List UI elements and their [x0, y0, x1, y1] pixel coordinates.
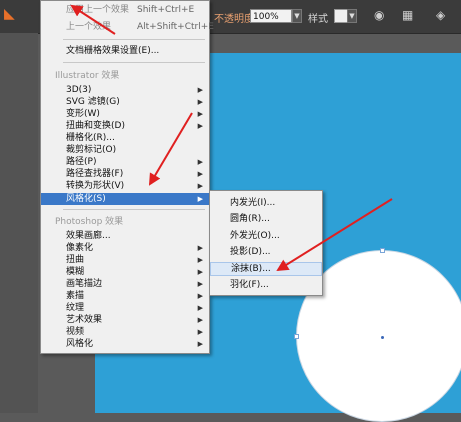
submenu-arrow-icon: ▶ [197, 170, 203, 178]
menu-item-brush-strokes[interactable]: 画笔描边 ▶ [41, 278, 209, 290]
chevron-down-icon: ▼ [294, 12, 300, 20]
anchor-point[interactable] [380, 248, 385, 253]
style-dropdown[interactable]: ▼ [347, 9, 357, 23]
menu-item-label: 路径查找器(F) [66, 169, 124, 179]
menu-item-effect-gallery[interactable]: 效果画廊... [41, 230, 209, 242]
menu-item-label: 风格化(S) [66, 194, 106, 204]
submenu-item-outer-glow[interactable]: 外发光(O)... [210, 230, 322, 242]
photoshop-effects-header: Photoshop 效果 [55, 217, 124, 227]
app-logo-icon: ◣ [4, 6, 15, 22]
menu-item-pixelate[interactable]: 像素化 ▶ [41, 242, 209, 254]
menu-item-label: 扭曲和变换(D) [66, 121, 125, 131]
tools-panel [0, 33, 38, 413]
menu-item-texture[interactable]: 纹理 ▶ [41, 302, 209, 314]
menu-item-pathfinder[interactable]: 路径查找器(F) ▶ [41, 168, 209, 180]
submenu-arrow-icon: ▶ [197, 158, 203, 166]
menu-item-label: 视频 [66, 327, 85, 337]
submenu-arrow-icon: ▶ [197, 182, 203, 190]
menu-item-ps-distort[interactable]: 扭曲 ▶ [41, 254, 209, 266]
submenu-item-scribble[interactable]: 涂抹(B)... [210, 262, 322, 276]
menu-item-label: 路径(P) [66, 157, 97, 167]
menu-item-label: 变形(W) [66, 109, 100, 119]
menu-item-label: 画笔描边 [66, 279, 103, 289]
menu-item-label: 模糊 [66, 267, 85, 277]
anchor-point[interactable] [294, 334, 299, 339]
transform-icon[interactable]: ◈ [436, 8, 445, 22]
submenu-arrow-icon: ▶ [197, 268, 203, 276]
menu-item-label: 转换为形状(V) [66, 181, 125, 191]
menu-item-distort-transform[interactable]: 扭曲和变换(D) ▶ [41, 120, 209, 132]
menu-item-stylize[interactable]: 风格化(S) ▶ [41, 193, 209, 205]
menu-item-shortcut: Alt+Shift+Ctrl+E [137, 22, 214, 32]
opacity-input[interactable]: 100% [250, 9, 292, 23]
chevron-down-icon: ▼ [349, 12, 355, 20]
stylize-submenu: 内发光(I)... 圆角(R)... 外发光(O)... 投影(D)... 涂抹… [209, 190, 323, 296]
shape-center-point [381, 336, 384, 339]
menu-item-last-effect[interactable]: 上一个效果 Alt+Shift+Ctrl+E [41, 21, 214, 33]
submenu-arrow-icon: ▶ [197, 86, 203, 94]
submenu-item-drop-shadow[interactable]: 投影(D)... [210, 246, 322, 258]
submenu-arrow-icon: ▶ [197, 328, 203, 336]
menu-item-ps-stylize[interactable]: 风格化 ▶ [41, 338, 209, 350]
menu-item-artistic[interactable]: 艺术效果 ▶ [41, 314, 209, 326]
menu-item-label: 应用上一个效果 [66, 5, 130, 15]
submenu-arrow-icon: ▶ [197, 122, 203, 130]
submenu-arrow-icon: ▶ [197, 316, 203, 324]
menu-separator [63, 62, 205, 63]
submenu-arrow-icon: ▶ [197, 292, 203, 300]
menu-item-path[interactable]: 路径(P) ▶ [41, 156, 209, 168]
menu-item-blur[interactable]: 模糊 ▶ [41, 266, 209, 278]
menu-item-label: 纹理 [66, 303, 85, 313]
menu-item-document-raster-settings[interactable]: 文档栅格效果设置(E)... [41, 45, 209, 57]
style-swatch[interactable] [334, 9, 348, 23]
opacity-label[interactable]: 不透明度 [214, 10, 254, 25]
illustrator-effects-header: Illustrator 效果 [55, 71, 120, 81]
menu-item-crop-marks[interactable]: 裁剪标记(O) [41, 144, 209, 156]
submenu-arrow-icon: ▶ [197, 98, 203, 106]
submenu-arrow-icon: ▶ [197, 340, 203, 348]
submenu-arrow-icon: ▶ [197, 304, 203, 312]
submenu-arrow-icon: ▶ [197, 195, 203, 203]
style-label: 样式 [308, 14, 328, 25]
menu-item-apply-last-effect[interactable]: 应用上一个效果 Shift+Ctrl+E [41, 4, 209, 16]
menu-item-svg-filters[interactable]: SVG 滤镜(G) ▶ [41, 96, 209, 108]
submenu-arrow-icon: ▶ [197, 110, 203, 118]
submenu-arrow-icon: ▶ [197, 244, 203, 252]
menu-separator [63, 39, 205, 40]
menu-separator [63, 209, 205, 210]
menu-item-warp[interactable]: 变形(W) ▶ [41, 108, 209, 120]
menu-item-label: 3D(3) [66, 85, 92, 95]
menu-item-label: SVG 滤镜(G) [66, 97, 120, 107]
submenu-arrow-icon: ▶ [197, 256, 203, 264]
align-icon[interactable]: ▦ [402, 8, 413, 22]
submenu-arrow-icon: ▶ [197, 280, 203, 288]
menu-item-sketch[interactable]: 素描 ▶ [41, 290, 209, 302]
recolor-icon[interactable]: ◉ [374, 8, 384, 22]
submenu-item-inner-glow[interactable]: 内发光(I)... [210, 197, 322, 209]
menu-item-video[interactable]: 视频 ▶ [41, 326, 209, 338]
menu-item-label: 素描 [66, 291, 85, 301]
opacity-dropdown[interactable]: ▼ [292, 9, 302, 23]
menu-item-label: 风格化 [66, 339, 94, 349]
menu-item-label: 像素化 [66, 243, 94, 253]
menu-item-label: 上一个效果 [66, 22, 112, 32]
menu-item-3d[interactable]: 3D(3) ▶ [41, 84, 209, 96]
menu-item-rasterize[interactable]: 栅格化(R)... [41, 132, 209, 144]
submenu-item-round-corners[interactable]: 圆角(R)... [210, 213, 322, 225]
effect-menu: 应用上一个效果 Shift+Ctrl+E 上一个效果 Alt+Shift+Ctr… [40, 0, 214, 354]
menu-item-shortcut: Shift+Ctrl+E [137, 5, 195, 15]
menu-item-label: 扭曲 [66, 255, 85, 265]
submenu-item-feather[interactable]: 羽化(F)... [210, 279, 322, 291]
menu-item-label: 艺术效果 [66, 315, 103, 325]
menu-item-convert-to-shape[interactable]: 转换为形状(V) ▶ [41, 180, 209, 192]
